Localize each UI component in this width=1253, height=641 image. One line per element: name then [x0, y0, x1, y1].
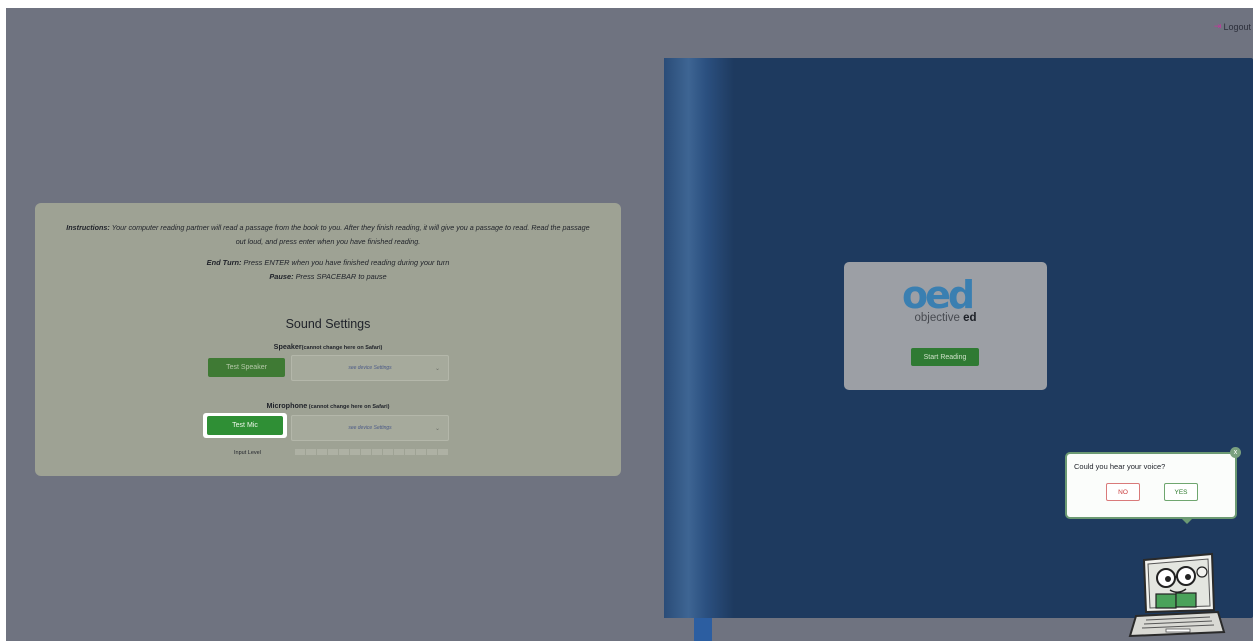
start-reading-button[interactable]: Start Reading	[911, 348, 979, 366]
oed-logo: oed	[902, 273, 975, 317]
start-reading-card: oed objective ed Start Reading	[844, 262, 1047, 390]
popup-tail	[1181, 518, 1193, 524]
input-level-label: Input Level	[234, 450, 261, 456]
end-turn-text: End Turn: Press ENTER when you have fini…	[35, 258, 621, 267]
logout-label: Logout	[1223, 21, 1251, 32]
book-ribbon	[694, 618, 712, 641]
speaker-select[interactable]: see device Settings ⌄	[291, 355, 449, 381]
close-icon[interactable]: x	[1230, 447, 1241, 458]
voice-question: Could you hear your voice?	[1074, 462, 1166, 471]
app-background: ⇥ Logout Instructions: Your computer rea…	[6, 8, 1253, 641]
pause-body: Press SPACEBAR to pause	[293, 272, 387, 281]
input-level-meter	[295, 449, 448, 455]
instructions-panel: Instructions: Your computer reading part…	[35, 203, 621, 476]
mic-select[interactable]: see device Settings ⌄	[291, 415, 449, 441]
speaker-note: (cannot change here on Safari)	[301, 345, 383, 351]
voice-check-popup: Could you hear your voice? x NO YES	[1065, 447, 1241, 524]
test-mic-button[interactable]: Test Mic	[203, 413, 287, 438]
logout-icon: ⇥	[1213, 21, 1222, 31]
speaker-heading: Speaker(cannot change here on Safari)	[35, 342, 621, 351]
chevron-down-icon: ⌄	[434, 365, 440, 372]
speaker-select-value: see device Settings	[348, 365, 392, 371]
instructions-text: Instructions: Your computer reading part…	[65, 221, 591, 249]
book-spine	[664, 58, 734, 618]
mascot-icon	[1128, 552, 1226, 638]
speaker-label: Speaker	[273, 342, 302, 351]
end-turn-label: End Turn:	[206, 258, 242, 267]
logout-link[interactable]: ⇥ Logout	[1214, 21, 1251, 32]
no-button[interactable]: NO	[1106, 483, 1140, 501]
mic-select-value: see device Settings	[348, 425, 392, 431]
wordmark-light: objective	[914, 312, 964, 324]
test-speaker-button[interactable]: Test Speaker	[208, 358, 285, 377]
pause-label: Pause:	[269, 272, 294, 281]
microphone-note: (cannot change here on Safari)	[307, 404, 390, 410]
microphone-heading: Microphone (cannot change here on Safari…	[35, 401, 621, 410]
yes-button[interactable]: YES	[1164, 483, 1198, 501]
objective-ed-wordmark: objective ed	[844, 312, 1047, 324]
test-mic-label: Test Mic	[207, 416, 283, 435]
microphone-label: Microphone	[266, 401, 308, 410]
wordmark-bold: ed	[963, 312, 977, 324]
instructions-label: Instructions:	[66, 223, 110, 232]
instructions-body: Your computer reading partner will read …	[109, 223, 590, 246]
pause-text: Pause: Press SPACEBAR to pause	[35, 272, 621, 281]
end-turn-body: Press ENTER when you have finished readi…	[241, 258, 450, 267]
sound-settings-title: Sound Settings	[285, 317, 371, 331]
chevron-down-icon: ⌄	[434, 425, 440, 432]
